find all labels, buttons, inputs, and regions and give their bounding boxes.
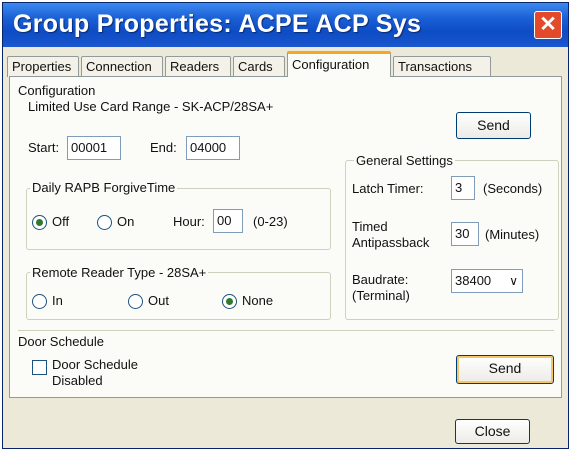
baudrate-label-line1: Baudrate: <box>352 272 409 287</box>
door-schedule-label-line1: Door Schedule <box>52 357 138 372</box>
tab-transactions[interactable]: Transactions <box>393 56 491 77</box>
forgive-on-radio[interactable] <box>97 215 112 230</box>
door-schedule-send-button[interactable]: Send <box>456 355 554 384</box>
timed-antipassback-unit: (Minutes) <box>485 227 540 242</box>
forgive-on-label: On <box>117 214 135 229</box>
radio-selected-dot <box>226 298 233 305</box>
baudrate-select[interactable]: 38400 ∨ <box>451 269 523 293</box>
close-icon[interactable]: ✕ <box>534 11 562 39</box>
limited-use-card-range-label: Limited Use Card Range - SK-ACP/28SA+ <box>28 99 274 114</box>
timed-antipassback-input[interactable]: 30 <box>451 222 479 246</box>
window-title: Group Properties: ACPE ACP Sys <box>13 10 422 38</box>
door-schedule-title: Door Schedule <box>18 334 104 349</box>
radio-selected-dot <box>36 219 43 226</box>
group-properties-dialog: Group Properties: ACPE ACP Sys ✕ Propert… <box>2 2 569 449</box>
remote-in-label: In <box>52 293 63 308</box>
remote-in-radio[interactable] <box>32 294 47 309</box>
tab-bar: Properties Connection Readers Cards Conf… <box>3 47 568 77</box>
remote-reader-title: Remote Reader Type - 28SA+ <box>30 265 209 280</box>
range-send-button[interactable]: Send <box>456 112 531 139</box>
general-settings-title: General Settings <box>354 153 455 168</box>
baudrate-value: 38400 <box>455 273 492 288</box>
forgive-time-title: Daily RAPB ForgiveTime <box>30 180 178 195</box>
door-schedule-divider <box>18 330 554 331</box>
remote-none-label: None <box>242 293 274 308</box>
tab-readers[interactable]: Readers <box>165 56 231 77</box>
start-input[interactable]: 00001 <box>67 136 121 160</box>
dialog-footer: Close <box>3 400 568 448</box>
door-schedule-checkbox[interactable] <box>32 360 47 375</box>
title-bar[interactable]: Group Properties: ACPE ACP Sys ✕ <box>3 3 568 47</box>
door-schedule-label-line2: Disabled <box>52 373 103 388</box>
hour-range-label: (0-23) <box>253 214 288 229</box>
configuration-panel: Configuration Limited Use Card Range - S… <box>9 76 562 398</box>
close-button[interactable]: Close <box>455 419 530 444</box>
baudrate-label-line2: (Terminal) <box>352 288 410 303</box>
start-label: Start: <box>28 140 60 155</box>
forgive-off-label: Off <box>52 214 70 229</box>
chevron-down-icon[interactable]: ∨ <box>509 270 518 292</box>
tab-cards[interactable]: Cards <box>233 56 285 77</box>
timed-antipassback-label-line2: Antipassback <box>352 235 430 250</box>
hour-input[interactable]: 00 <box>213 209 243 233</box>
hour-label: Hour: <box>173 214 205 229</box>
timed-antipassback-label-line1: Timed <box>352 219 388 234</box>
tab-properties[interactable]: Properties <box>7 56 79 77</box>
latch-timer-label: Latch Timer: <box>352 181 424 196</box>
remote-none-radio[interactable] <box>222 294 237 309</box>
end-input[interactable]: 04000 <box>186 136 240 160</box>
configuration-section-title: Configuration <box>18 83 96 98</box>
remote-out-radio[interactable] <box>128 294 143 309</box>
remote-out-label: Out <box>148 293 169 308</box>
latch-timer-unit: (Seconds) <box>483 181 543 196</box>
forgive-off-radio[interactable] <box>32 215 47 230</box>
tab-configuration[interactable]: Configuration <box>287 51 391 77</box>
tab-connection[interactable]: Connection <box>81 56 163 77</box>
latch-timer-input[interactable]: 3 <box>451 176 475 200</box>
end-label: End: <box>150 140 177 155</box>
